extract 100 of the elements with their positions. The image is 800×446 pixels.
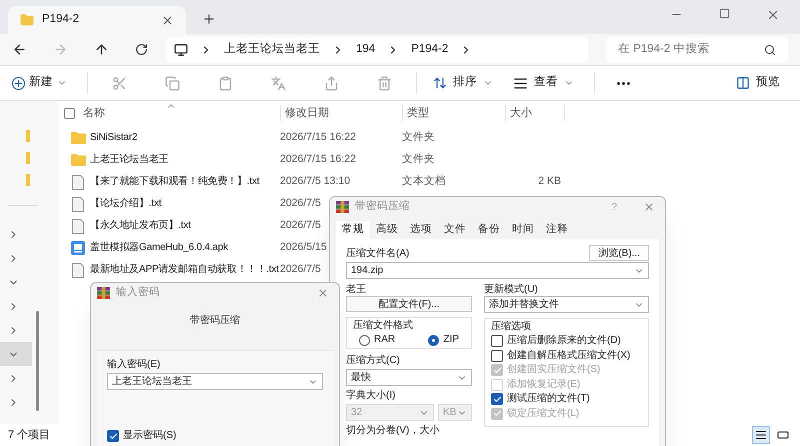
scrollbar[interactable]	[36, 311, 39, 411]
breadcrumb-item[interactable]: 194	[356, 40, 376, 58]
option-label: 测试压缩的文件(T)	[507, 393, 590, 406]
item-count: 7 个项目	[8, 428, 50, 443]
check-icon	[492, 366, 502, 375]
type-cell: 文件夹	[402, 153, 435, 166]
rename-icon[interactable]	[271, 76, 286, 90]
close-icon[interactable]	[643, 201, 655, 213]
file-name[interactable]: 【来了就能下载和观看！纯免费！】.txt	[90, 176, 260, 188]
folder-icon	[26, 152, 30, 164]
breadcrumb-item[interactable]: 上老王论坛当老王	[224, 40, 320, 58]
column-header[interactable]: 修改日期	[280, 104, 402, 122]
archive-app-icon	[336, 201, 349, 213]
up-icon[interactable]	[94, 42, 109, 57]
check-icon	[108, 432, 118, 440]
dialog-tab[interactable]: 常规	[336, 221, 370, 239]
browse-button[interactable]: 浏览(B)...	[589, 245, 649, 261]
dialog-heading: 带密码压缩	[190, 314, 240, 328]
option-label: 创建固实压缩文件(S)	[507, 364, 600, 376]
forward-icon[interactable]	[53, 42, 68, 57]
checkbox[interactable]	[491, 393, 503, 406]
file-name[interactable]: 盖世模拟器GameHub_6.0.4.apk	[90, 242, 228, 254]
sort-icon	[433, 76, 447, 90]
group-label: 压缩选项	[491, 321, 532, 333]
sort-button[interactable]: 排序	[425, 74, 501, 92]
address-bar[interactable]: 上老王论坛当老王 194 P194-2	[166, 36, 588, 62]
refresh-icon[interactable]	[135, 43, 148, 56]
date-cell: 2026/7/5	[280, 263, 321, 276]
share-icon[interactable]	[324, 76, 339, 90]
checkbox[interactable]	[491, 335, 503, 348]
date-cell: 2026/7/15 16:22	[280, 153, 356, 166]
folder-icon	[26, 174, 30, 186]
search-field[interactable]: 在 P194-2 中搜索	[606, 36, 788, 62]
update-mode-dropdown[interactable]: 添加并替换文件	[484, 296, 649, 313]
group-label: 压缩文件格式	[353, 320, 414, 332]
file-name[interactable]: 【论坛介绍】.txt	[90, 198, 162, 210]
radio-label: ZIP	[443, 334, 459, 346]
new-tab-icon[interactable]	[202, 12, 216, 26]
type-cell: 文件夹	[402, 131, 435, 144]
column-header[interactable]: 类型	[402, 104, 505, 122]
password-field[interactable]: 上老王论坛当老王	[107, 373, 323, 390]
field-label: 压缩文件名(A)	[346, 246, 410, 260]
checkbox-label: 显示密码(S)	[123, 430, 176, 442]
column-header[interactable]: 名称	[83, 104, 280, 122]
document-icon	[72, 196, 84, 212]
file-name[interactable]: 上老王论坛当老王	[90, 154, 168, 166]
breadcrumb-item[interactable]: P194-2	[411, 40, 448, 58]
delete-icon[interactable]	[377, 76, 392, 90]
column-header[interactable]: 大小	[505, 104, 565, 122]
tile-icon	[777, 429, 789, 441]
dialog-tab[interactable]: 文件	[438, 221, 472, 239]
file-name[interactable]: SiNiSistar2	[90, 132, 138, 144]
details-view-button[interactable]	[752, 426, 770, 444]
field-label: 压缩方式(C)	[346, 355, 401, 367]
file-name[interactable]: 【永久地址发布页】.txt	[90, 220, 191, 232]
option-label: 锁定压缩文件(L)	[507, 408, 580, 420]
dialog-tab[interactable]: 高级	[370, 221, 404, 239]
dialog-title: 带密码压缩	[355, 199, 411, 214]
date-cell: 2026/7/5	[280, 219, 321, 232]
app-icon	[71, 241, 85, 255]
file-name[interactable]: 最新地址及APP请发邮箱自动获取！！！.txt	[90, 264, 279, 276]
list-icon	[755, 429, 767, 441]
view-button[interactable]: 查看	[501, 74, 586, 92]
checkbox[interactable]	[107, 430, 119, 442]
archive-name-field[interactable]: 194.zip	[346, 262, 649, 279]
select-all-checkbox[interactable]	[64, 108, 75, 118]
method-dropdown[interactable]: 最快	[346, 369, 472, 386]
close-icon[interactable]	[317, 287, 329, 299]
folder-icon	[26, 130, 30, 142]
cut-icon[interactable]	[112, 76, 127, 90]
radio-button[interactable]	[359, 334, 370, 346]
window-tab[interactable]: P194-2	[8, 6, 186, 34]
preview-pane-icon	[736, 76, 750, 90]
date-cell: 2026/7/15 16:22	[280, 131, 356, 144]
new-button[interactable]: 新建	[12, 74, 79, 92]
date-cell: 2026/5/15	[280, 241, 327, 254]
dialog-tab[interactable]: 注释	[540, 221, 574, 239]
radio-button[interactable]	[428, 334, 440, 346]
paste-icon[interactable]	[218, 76, 233, 90]
field-label: 字典大小(I)	[346, 390, 396, 402]
dialog-title: 输入密码	[116, 285, 161, 300]
document-icon	[72, 262, 84, 278]
folder-icon	[70, 154, 86, 166]
dialog-tab[interactable]: 备份	[472, 221, 506, 239]
checkbox[interactable]	[491, 350, 503, 362]
maximize-icon[interactable]	[719, 8, 730, 19]
profile-button[interactable]: 配置文件(F)...	[346, 296, 472, 312]
copy-icon[interactable]	[165, 76, 180, 90]
archive-app-icon	[97, 287, 110, 299]
dialog-tab[interactable]: 选项	[404, 221, 438, 239]
preview-button[interactable]: 预览	[736, 74, 780, 92]
date-cell: 2026/7/5	[280, 197, 321, 210]
field-label: 更新模式(U)	[484, 283, 539, 296]
folder-icon	[70, 132, 86, 144]
close-icon[interactable]	[161, 14, 174, 26]
tab-title: P194-2	[42, 12, 80, 28]
close-icon[interactable]	[766, 8, 780, 22]
dialog-tab[interactable]: 时间	[506, 221, 540, 239]
back-icon[interactable]	[12, 42, 27, 57]
document-icon	[72, 218, 84, 234]
